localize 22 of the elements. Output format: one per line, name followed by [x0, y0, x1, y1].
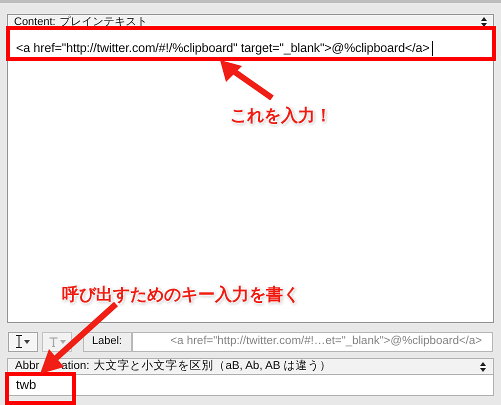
- content-value: プレインテキスト: [60, 16, 149, 28]
- snippet-text: <a href="http://twitter.com/#!/%clipboard" target="_blank">@%clipboard</a>: [16, 40, 430, 57]
- highlight-frame: [5, 372, 76, 405]
- up-down-arrows-icon: [481, 17, 487, 27]
- label-button[interactable]: Label:: [83, 332, 132, 352]
- abbreviation-label: ation:: [61, 360, 90, 372]
- abbreviation-popup[interactable]: Abbr ation: 大文字と小文字を区別（aB, Ab, AB は違う）: [7, 358, 494, 375]
- insert-text-dropdown[interactable]: [8, 332, 38, 352]
- letter-t-icon: [48, 336, 58, 346]
- callout-text: 呼び出すためのキー入力を書く: [62, 284, 300, 306]
- up-down-arrows-icon: [480, 362, 486, 372]
- abbreviation-value: 大文字と小文字を区別（aB, Ab, AB は違う）: [93, 360, 333, 372]
- caret-icon: [60, 340, 66, 344]
- label-field[interactable]: <a href="http://twitter.com/#!…et="_blank">@%clipboard</a>: [132, 332, 493, 352]
- content-label: Content:: [14, 16, 56, 28]
- text-cursor: [432, 40, 433, 56]
- caret-icon: [24, 340, 30, 344]
- abbreviation-field[interactable]: twb: [7, 375, 494, 396]
- callout-text: これを入力！: [230, 105, 332, 127]
- text-cursor-icon: [16, 335, 22, 348]
- callout-arrow: [218, 58, 274, 100]
- abbreviation-label: Abbr: [15, 360, 40, 372]
